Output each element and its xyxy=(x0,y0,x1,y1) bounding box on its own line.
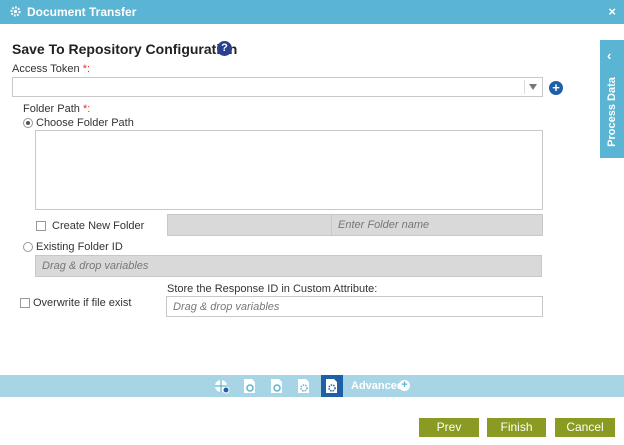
finish-button[interactable]: Finish xyxy=(487,418,546,437)
document-settings-icon[interactable] xyxy=(242,378,258,394)
existing-folder-id-field[interactable]: Drag & drop variables xyxy=(35,255,542,277)
folder-path-label: Folder Path *: xyxy=(23,103,91,115)
overwrite-checkbox[interactable] xyxy=(20,298,30,308)
chevron-down-icon[interactable] xyxy=(529,84,537,90)
create-new-folder-label: Create New Folder xyxy=(52,220,145,232)
response-id-label: Store the Response ID in Custom Attribut… xyxy=(167,283,378,295)
process-data-label: Process Data xyxy=(606,77,618,147)
access-token-select[interactable] xyxy=(12,77,543,97)
field-divider xyxy=(331,215,332,235)
folder-path-tree[interactable] xyxy=(35,130,543,210)
prev-button[interactable]: Prev xyxy=(419,418,479,437)
title-bar: Document Transfer × xyxy=(0,0,624,24)
overwrite-label: Overwrite if file exist xyxy=(33,297,132,309)
bottom-toolbar: Advanced + xyxy=(0,375,624,397)
advanced-tab-active[interactable] xyxy=(321,375,343,397)
create-new-folder-checkbox[interactable] xyxy=(36,221,46,231)
add-access-token-icon[interactable]: + xyxy=(549,81,563,95)
existing-folder-id-label: Existing Folder ID xyxy=(36,241,123,253)
document-settings-icon[interactable] xyxy=(269,378,285,394)
process-data-tab[interactable]: ‹ Process Data xyxy=(600,40,624,158)
existing-folder-id-radio[interactable] xyxy=(23,242,33,252)
document-gear-icon[interactable] xyxy=(296,378,312,394)
choose-folder-path-radio[interactable] xyxy=(23,118,33,128)
response-id-field[interactable]: Drag & drop variables xyxy=(166,296,543,317)
gear-icon xyxy=(10,6,21,17)
choose-folder-path-label: Choose Folder Path xyxy=(36,117,134,129)
page-title: Save To Repository Configuration xyxy=(12,41,238,57)
close-icon[interactable]: × xyxy=(608,4,616,19)
window-title: Document Transfer xyxy=(27,5,137,19)
globe-settings-icon[interactable] xyxy=(214,378,230,394)
document-gear-active-icon xyxy=(326,379,337,393)
chevron-left-icon[interactable]: ‹ xyxy=(607,48,611,63)
select-separator xyxy=(524,80,525,94)
advanced-label[interactable]: Advanced xyxy=(351,380,404,392)
help-icon[interactable]: ? xyxy=(217,41,232,56)
cancel-button[interactable]: Cancel xyxy=(555,418,615,437)
folder-name-field[interactable]: Enter Folder name xyxy=(167,214,543,236)
advanced-plus-icon[interactable]: + xyxy=(399,380,410,391)
access-token-label: Access Token *: xyxy=(12,63,91,75)
